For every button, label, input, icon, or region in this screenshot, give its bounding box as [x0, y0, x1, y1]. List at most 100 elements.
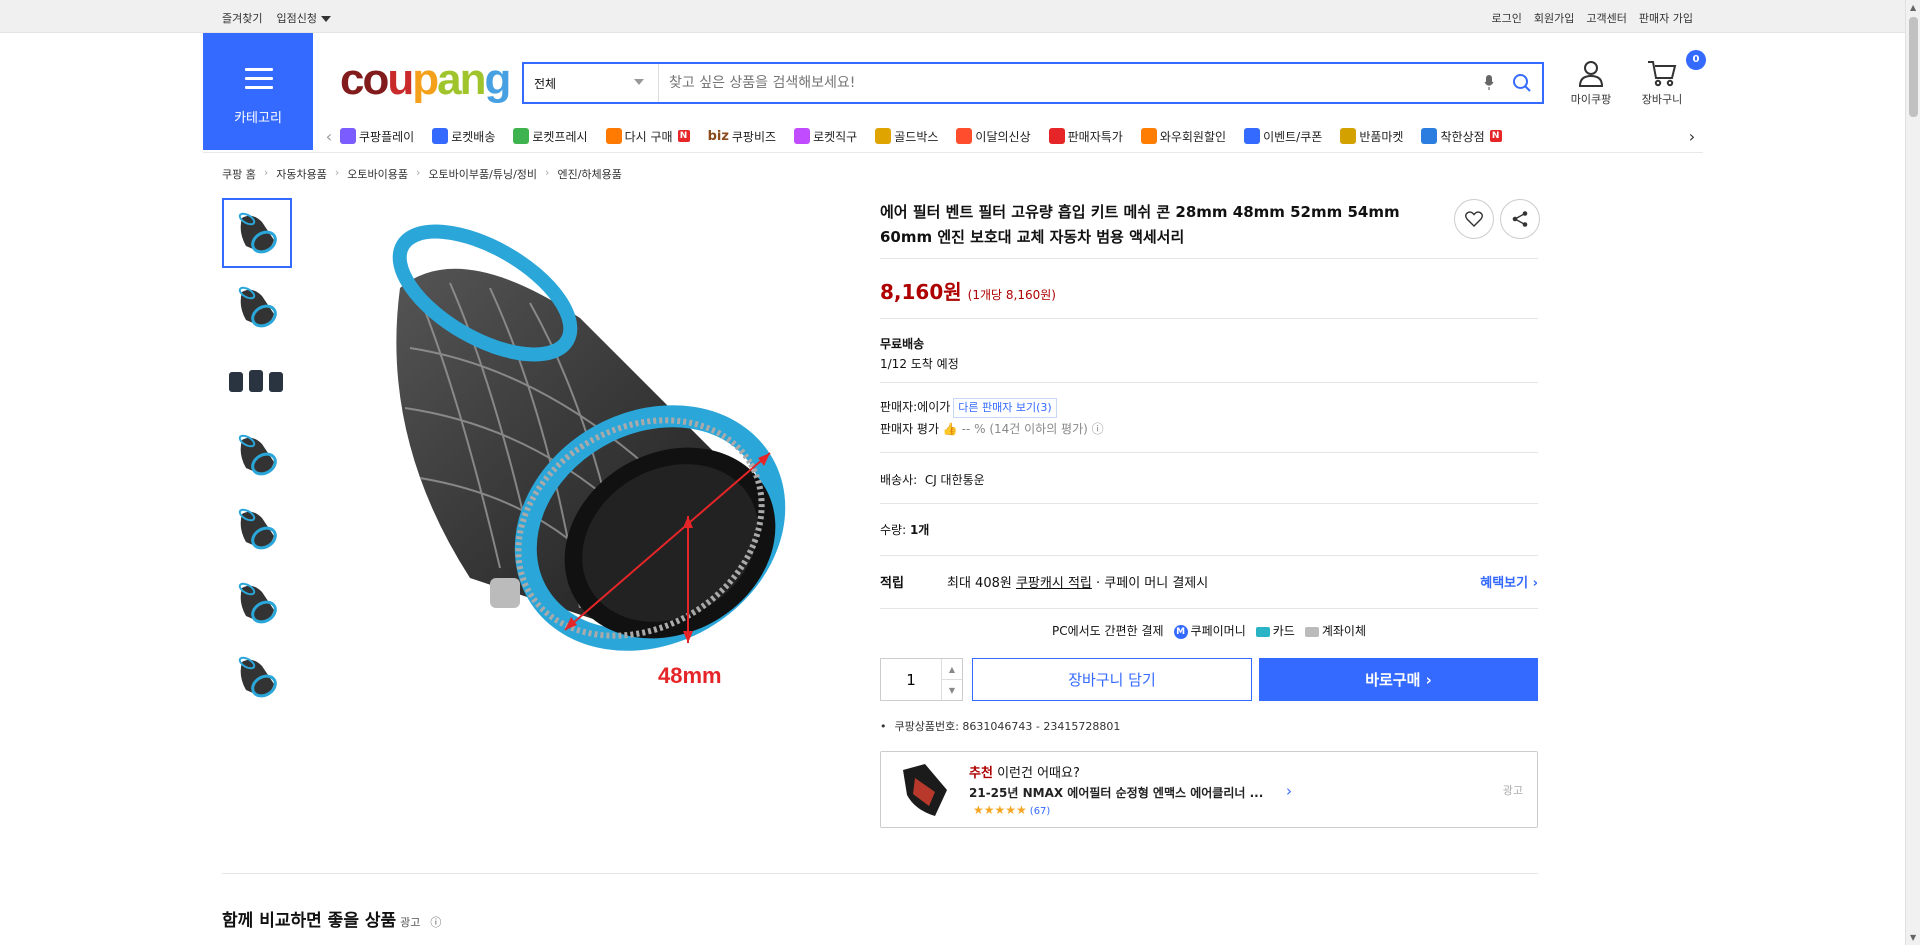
breadcrumb: 쿠팡 홈 › 자동차용품 › 오토바이용품 › 오토바이부품/튜닝/정비 › 엔진/하체… — [222, 166, 622, 182]
nav-items: 쿠팡플레이 로켓배송 로켓프레시 다시 구매 N biz 쿠팡비즈 로켓직구 골드박스 이달의신상… — [340, 128, 1681, 145]
buy-now-button[interactable]: 바로구매 › — [1259, 658, 1538, 701]
info-icon[interactable]: ⓘ — [430, 916, 441, 929]
benefits-link[interactable]: 혜택보기 › — [1480, 572, 1538, 591]
bank-icon — [1304, 626, 1319, 637]
product-thumbnail[interactable] — [222, 346, 292, 416]
basket-icon — [605, 128, 622, 144]
search-icon[interactable] — [1502, 63, 1542, 103]
breadcrumb-separator-icon: › — [263, 166, 269, 179]
chevron-right-icon[interactable]: › — [1286, 782, 1292, 800]
breadcrumb-item[interactable]: 쿠팡 홈 — [222, 166, 256, 182]
scroll-up-icon[interactable]: ▲ — [1910, 3, 1916, 12]
decrease-icon[interactable]: ▼ — [942, 679, 962, 700]
recommend-highlight: 추천 — [969, 766, 993, 781]
info-icon[interactable]: ⓘ — [1092, 422, 1104, 436]
store-apply-menu[interactable]: 입점신청 — [276, 10, 331, 26]
reward-condition: · 쿠페이 머니 결제시 — [1096, 576, 1209, 591]
nav-item-label: 쿠팡비즈 — [731, 129, 777, 144]
review-count: (67) — [1029, 806, 1051, 817]
breadcrumb-item[interactable]: 자동차용품 — [276, 166, 327, 182]
reward-row: 적립 최대 408원 쿠팡캐시 적립 · 쿠페이 머니 결제시 혜택보기 › — [880, 572, 1538, 591]
product-main-image[interactable]: 48mm — [340, 198, 860, 718]
nav-item[interactable]: 와우회원할인 — [1140, 128, 1227, 145]
breadcrumb-item[interactable]: 오토바이부품/튜닝/정비 — [428, 166, 537, 182]
scroll-down-icon[interactable]: ▼ — [1910, 933, 1916, 942]
favorites-link[interactable]: 즐겨찾기 — [222, 10, 262, 26]
nav-item[interactable]: 이달의신상 — [956, 128, 1031, 145]
nav-item-label: 골드박스 — [894, 129, 939, 144]
product-thumbnail[interactable] — [222, 198, 292, 268]
product-thumbnail[interactable] — [222, 642, 292, 712]
nav-item[interactable]: 판매자특가 — [1048, 128, 1123, 145]
courier-info: 배송사: CJ 대한통운 — [880, 471, 985, 488]
dimension-label: 48mm — [658, 663, 722, 688]
seller-label: 판매자: — [880, 400, 918, 414]
recommendation-image[interactable] — [895, 760, 955, 820]
search-category-select[interactable]: 전체 — [524, 64, 659, 102]
nav-item[interactable]: 쿠팡플레이 — [340, 128, 414, 145]
shipping-info: 무료배송 1/12 도착 예정 — [880, 334, 959, 374]
signup-link[interactable]: 회원가입 — [1534, 10, 1574, 26]
product-actions — [1454, 199, 1540, 239]
seller-signup-link[interactable]: 판매자 가입 — [1639, 10, 1693, 26]
product-thumbnail[interactable] — [222, 568, 292, 638]
nav-item[interactable]: biz 쿠팡비즈 — [708, 128, 777, 145]
breadcrumb-item[interactable]: 엔진/하체용품 — [557, 166, 621, 182]
cart-count-badge: 0 — [1686, 50, 1706, 70]
play-icon — [340, 128, 356, 144]
store-apply-label: 입점신청 — [276, 12, 317, 25]
compare-section-title: 함께 비교하면 좋을 상품 광고 ⓘ — [222, 906, 441, 931]
product-thumbnail[interactable] — [222, 494, 292, 564]
mic-icon[interactable] — [1476, 70, 1502, 96]
quantity-info: 수량: 1개 — [880, 521, 929, 538]
seller-name[interactable]: 에이가 — [917, 400, 950, 414]
breadcrumb-item[interactable]: 오토바이용품 — [347, 166, 408, 182]
free-shipping: 무료배송 — [880, 337, 925, 351]
coupang-cash-link[interactable]: 쿠팡캐시 적립 — [1016, 572, 1092, 591]
price-block: 8,160원 (1개당 8,160원) — [880, 276, 1056, 305]
nav-next-icon[interactable]: › — [1681, 127, 1703, 146]
nav-item-label: 로켓프레시 — [532, 129, 588, 144]
share-button[interactable] — [1500, 199, 1540, 239]
coupang-logo[interactable]: coupang — [340, 55, 511, 105]
nav-item-label: 와우회원할인 — [1159, 129, 1227, 144]
category-button[interactable]: 카테고리 — [203, 33, 313, 150]
coupay-icon: M — [1173, 624, 1188, 639]
nav-item[interactable]: 다시 구매 N — [605, 128, 690, 145]
nav-item[interactable]: 착한상점 N — [1421, 128, 1502, 145]
card-method: 카드 — [1255, 622, 1295, 639]
product-title: 에어 필터 벤트 필터 고유량 흡입 키트 메쉬 콘 28mm 48mm 52m… — [880, 203, 1400, 246]
nav-item[interactable]: 골드박스 — [875, 128, 938, 145]
recommendation-card[interactable]: 추천 이런건 어때요? 21-25년 NMAX 에어필터 순정형 엔맥스 에어클… — [880, 751, 1538, 828]
quantity-stepper: ▲▼ — [880, 658, 963, 701]
nav-item-label: 판매자특가 — [1067, 129, 1123, 144]
nav-prev-icon[interactable]: ‹ — [318, 127, 340, 146]
login-link[interactable]: 로그인 — [1492, 10, 1522, 26]
my-coupang-button[interactable]: 마이쿠팡 — [1565, 58, 1617, 107]
increase-icon[interactable]: ▲ — [942, 659, 962, 679]
product-thumbnail[interactable] — [222, 420, 292, 490]
scrollbar[interactable]: ▲ ▼ — [1905, 0, 1920, 945]
search-input[interactable] — [659, 64, 1476, 102]
nav-item-label: 이달의신상 — [975, 129, 1031, 144]
nav-item[interactable]: 로켓배송 — [432, 128, 495, 145]
nav-item[interactable]: 로켓직구 — [794, 128, 857, 145]
compare-title: 함께 비교하면 좋을 상품 — [222, 911, 397, 931]
quantity-input[interactable] — [881, 659, 941, 700]
cart-button[interactable]: 0 장바구니 — [1636, 50, 1706, 107]
scrollbar-thumb[interactable] — [1909, 17, 1918, 117]
other-sellers-button[interactable]: 다른 판매자 보기(3) — [953, 398, 1057, 418]
customer-center-link[interactable]: 고객센터 — [1586, 10, 1626, 26]
product-id: 쿠팡상품번호: 8631046743 - 23415728801 — [880, 718, 1121, 734]
caret-down-icon — [320, 16, 331, 22]
add-to-cart-button[interactable]: 장바구니 담기 — [972, 658, 1252, 701]
nav-item[interactable]: 이벤트/쿠폰 — [1244, 128, 1322, 145]
wishlist-button[interactable] — [1454, 199, 1494, 239]
product-thumbnail[interactable] — [222, 272, 292, 342]
nav-divider — [203, 152, 1703, 153]
courier-name: CJ 대한통운 — [924, 473, 985, 487]
nav-item[interactable]: 로켓프레시 — [513, 128, 588, 145]
recommend-item-title[interactable]: 21-25년 NMAX 에어필터 순정형 엔맥스 에어클리너 ... — [969, 784, 1263, 801]
new-bag-icon — [956, 128, 973, 144]
nav-item[interactable]: 반품마켓 — [1340, 128, 1403, 145]
